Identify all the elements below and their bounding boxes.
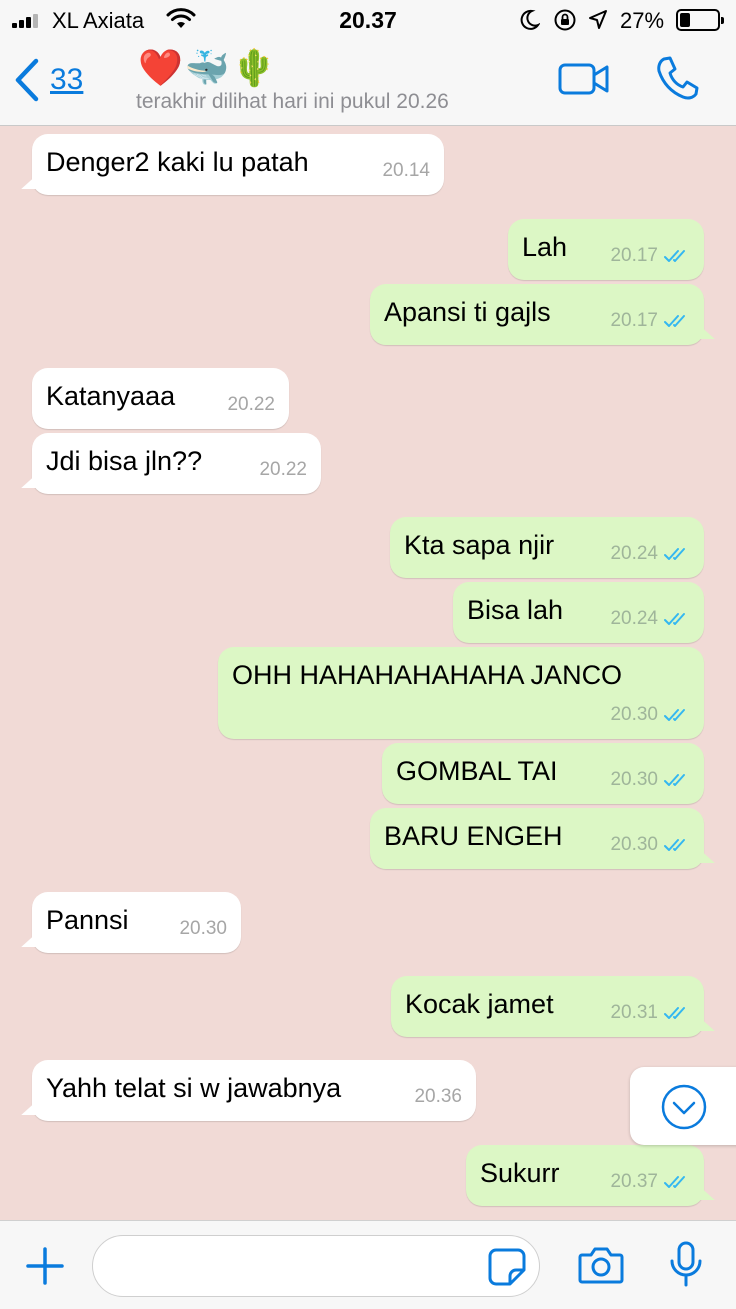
- outgoing-message-bubble[interactable]: Kta sapa njir 20.24: [390, 517, 704, 578]
- incoming-message-bubble[interactable]: Katanyaaa 20.22: [32, 368, 289, 429]
- battery-percent: 27%: [620, 8, 665, 33]
- message-text: Lah: [522, 232, 568, 262]
- outgoing-message-bubble[interactable]: Lah 20.17: [508, 219, 704, 280]
- double-check-icon: [664, 613, 685, 625]
- message-text: BARU ENGEH: [384, 821, 563, 851]
- message-meta: 20.30: [179, 913, 227, 945]
- message-meta: 20.24: [610, 603, 690, 635]
- message-time: 20.30: [610, 834, 658, 855]
- message-time: 20.22: [227, 394, 275, 415]
- last-seen-status: terakhir dilihat hari ini pukul 20.26: [136, 90, 449, 113]
- message-time: 20.22: [259, 459, 307, 480]
- message-time: 20.24: [610, 608, 658, 629]
- outgoing-message-bubble[interactable]: Sukurr 20.37: [466, 1145, 704, 1206]
- double-check-icon: [664, 250, 685, 262]
- message-time: 20.30: [179, 918, 227, 939]
- message-text: Sukurr: [480, 1158, 560, 1188]
- message-meta: 20.17: [610, 240, 690, 272]
- double-check-icon: [664, 548, 685, 560]
- rotation-lock-icon: [554, 9, 576, 31]
- incoming-message-bubble[interactable]: Denger2 kaki lu patah 20.14: [32, 134, 444, 195]
- composer-bar: [0, 1220, 736, 1309]
- message-time: 20.30: [610, 769, 658, 790]
- message-time: 20.17: [610, 310, 658, 331]
- double-check-icon: [664, 315, 685, 327]
- message-meta: 20.22: [227, 389, 275, 421]
- message-time: 20.31: [610, 1002, 658, 1023]
- attach-plus-icon[interactable]: [26, 1247, 64, 1285]
- scroll-to-bottom-button[interactable]: [630, 1067, 736, 1145]
- double-check-icon: [664, 1176, 685, 1188]
- message-text: Yahh telat si w jawabnya: [46, 1073, 342, 1103]
- double-check-icon: [664, 839, 685, 851]
- outgoing-message-bubble[interactable]: BARU ENGEH 20.30: [370, 808, 704, 869]
- voice-call-icon[interactable]: [655, 56, 699, 102]
- camera-icon[interactable]: [578, 1245, 624, 1285]
- message-text: Apansi ti gajls: [384, 297, 551, 327]
- message-text: GOMBAL TAI: [396, 756, 558, 786]
- status-bar: XL Axiata 20.37 27%: [0, 0, 736, 40]
- message-meta: 20.30: [610, 829, 690, 861]
- message-text: Kta sapa njir: [404, 530, 555, 560]
- double-check-icon: [664, 709, 685, 721]
- message-text: Bisa lah: [467, 595, 564, 625]
- message-text: OHH HAHAHAHAHAHA JANCO: [232, 660, 623, 690]
- outgoing-message-bubble[interactable]: GOMBAL TAI 20.30: [382, 743, 704, 804]
- video-call-icon[interactable]: [558, 62, 610, 96]
- do-not-disturb-icon: [520, 9, 540, 30]
- chevron-down-circle-icon: [661, 1084, 707, 1130]
- outgoing-message-bubble[interactable]: OHH HAHAHAHAHAHA JANCO 20.30: [218, 647, 704, 739]
- back-button[interactable]: 33: [14, 58, 83, 102]
- message-text: Katanyaaa: [46, 381, 176, 411]
- message-text: Jdi bisa jln??: [46, 446, 203, 476]
- outgoing-message-bubble[interactable]: Bisa lah 20.24: [453, 582, 704, 643]
- message-text: Denger2 kaki lu patah: [46, 147, 309, 177]
- message-text: Kocak jamet: [405, 989, 554, 1019]
- message-meta: 20.17: [610, 305, 690, 337]
- message-meta: 20.31: [610, 997, 690, 1029]
- outgoing-message-bubble[interactable]: Apansi ti gajls 20.17: [370, 284, 704, 345]
- message-time: 20.30: [610, 704, 658, 725]
- incoming-message-bubble[interactable]: Yahh telat si w jawabnya 20.36: [32, 1060, 476, 1121]
- outgoing-message-bubble[interactable]: Kocak jamet 20.31: [391, 976, 704, 1037]
- incoming-message-bubble[interactable]: Pannsi 20.30: [32, 892, 241, 953]
- sticker-icon[interactable]: [488, 1248, 526, 1286]
- location-icon: [589, 10, 607, 29]
- chevron-left-icon: [15, 58, 39, 102]
- microphone-icon[interactable]: [668, 1241, 704, 1289]
- battery-icon: [676, 9, 724, 31]
- double-check-icon: [664, 1007, 685, 1019]
- message-input[interactable]: [92, 1235, 540, 1297]
- contact-name[interactable]: ❤️🐳🌵: [138, 46, 278, 90]
- message-time: 20.37: [610, 1171, 658, 1192]
- message-time: 20.24: [610, 543, 658, 564]
- message-time: 20.17: [610, 245, 658, 266]
- double-check-icon: [664, 774, 685, 786]
- message-time: 20.36: [414, 1086, 462, 1107]
- message-meta: 20.14: [382, 155, 430, 187]
- message-meta: 20.30: [610, 699, 690, 731]
- message-list[interactable]: Denger2 kaki lu patah 20.14 Lah 20.17 Apansi…: [0, 126, 736, 1220]
- unread-count: 33: [50, 63, 84, 96]
- incoming-message-bubble[interactable]: Jdi bisa jln?? 20.22: [32, 433, 321, 494]
- message-meta: 20.36: [414, 1081, 462, 1113]
- message-meta: 20.22: [259, 454, 307, 486]
- message-meta: 20.30: [610, 764, 690, 796]
- message-text: Pannsi: [46, 905, 129, 935]
- chat-header: 33 ❤️🐳🌵 terakhir dilihat hari ini pukul …: [0, 40, 736, 126]
- message-meta: 20.37: [610, 1166, 690, 1198]
- message-meta: 20.24: [610, 538, 690, 570]
- message-time: 20.14: [382, 160, 430, 181]
